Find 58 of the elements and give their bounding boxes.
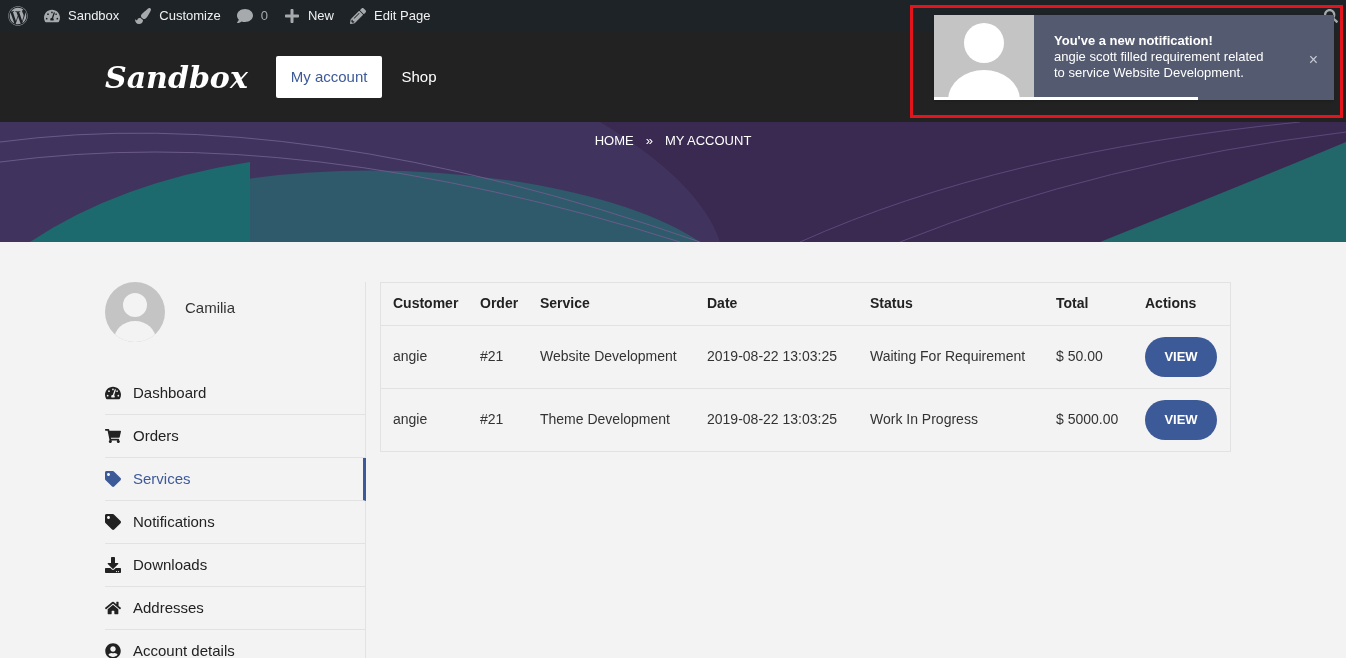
sidebar-item[interactable]: Downloads	[105, 544, 366, 587]
cart-icon	[105, 428, 121, 444]
notification-title: You've a new notification!	[1054, 33, 1214, 49]
column-header: Customer	[381, 283, 468, 325]
sidebar-item[interactable]: Dashboard	[105, 372, 366, 415]
tag-icon	[105, 514, 121, 530]
table-cell: 2019-08-22 13:03:25	[695, 388, 858, 451]
breadcrumb-separator: »	[645, 132, 653, 150]
table-cell: angie	[381, 388, 468, 451]
admin-bar-link[interactable]	[8, 6, 28, 26]
breadcrumb-link[interactable]: HOME	[594, 131, 634, 151]
dashboard-icon	[44, 8, 60, 24]
table-cell: $ 50.00	[1044, 325, 1133, 388]
comment-icon	[236, 8, 253, 24]
admin-bar-link[interactable]: 0	[236, 6, 268, 26]
paintbrush-icon	[135, 8, 152, 24]
column-header: Total	[1044, 283, 1133, 325]
nav-link[interactable]: My account	[275, 55, 383, 99]
plus-icon	[284, 8, 300, 24]
user-icon	[105, 643, 121, 658]
nav-link[interactable]: Shop	[386, 55, 452, 99]
view-button[interactable]: VIEW	[1145, 336, 1217, 377]
wordpress-icon	[8, 6, 28, 26]
table-cell: #21	[468, 325, 528, 388]
sidebar-item[interactable]: Addresses	[105, 587, 366, 630]
table-cell: 2019-08-22 13:03:25	[695, 325, 858, 388]
sidebar-item[interactable]: Services	[105, 458, 366, 501]
avatar	[105, 282, 165, 342]
column-header: Status	[858, 283, 1044, 325]
admin-bar-link[interactable]: Edit Page	[350, 6, 431, 26]
sidebar-item[interactable]: Orders	[105, 415, 366, 458]
admin-bar-link[interactable]: Customize	[135, 6, 221, 26]
table-cell: $ 5000.00	[1044, 388, 1133, 451]
pencil-icon	[350, 8, 366, 24]
column-header: Date	[695, 283, 858, 325]
home-icon	[105, 600, 121, 616]
column-header: Service	[528, 283, 695, 325]
tag-icon	[105, 471, 121, 487]
admin-bar-link[interactable]: New	[284, 6, 334, 26]
table-cell: Theme Development	[528, 388, 695, 451]
table-cell: #21	[468, 388, 528, 451]
admin-bar-link[interactable]: Sandbox	[44, 6, 120, 26]
table-cell: angie	[381, 325, 468, 388]
download-icon	[105, 557, 121, 573]
site-logo[interactable]: Sandbox	[105, 54, 248, 100]
column-header: Order	[468, 283, 528, 325]
view-button[interactable]: VIEW	[1145, 399, 1217, 440]
table-cell: Work In Progress	[858, 388, 1044, 451]
breadcrumb-current: MY ACCOUNT	[664, 132, 752, 150]
notification-message: angie scott filled requirement related to service Website Development.	[1054, 49, 1265, 81]
close-button[interactable]: ×	[1308, 47, 1318, 68]
column-header: Actions	[1133, 283, 1230, 325]
dashboard-icon	[105, 385, 121, 401]
sidebar-item[interactable]: Account details	[105, 630, 366, 658]
sidebar-item[interactable]: Notifications	[105, 501, 366, 544]
table-cell: Waiting For Requirement	[858, 325, 1044, 388]
profile-name: Camilia	[185, 297, 235, 318]
table-cell: Website Development	[528, 325, 695, 388]
